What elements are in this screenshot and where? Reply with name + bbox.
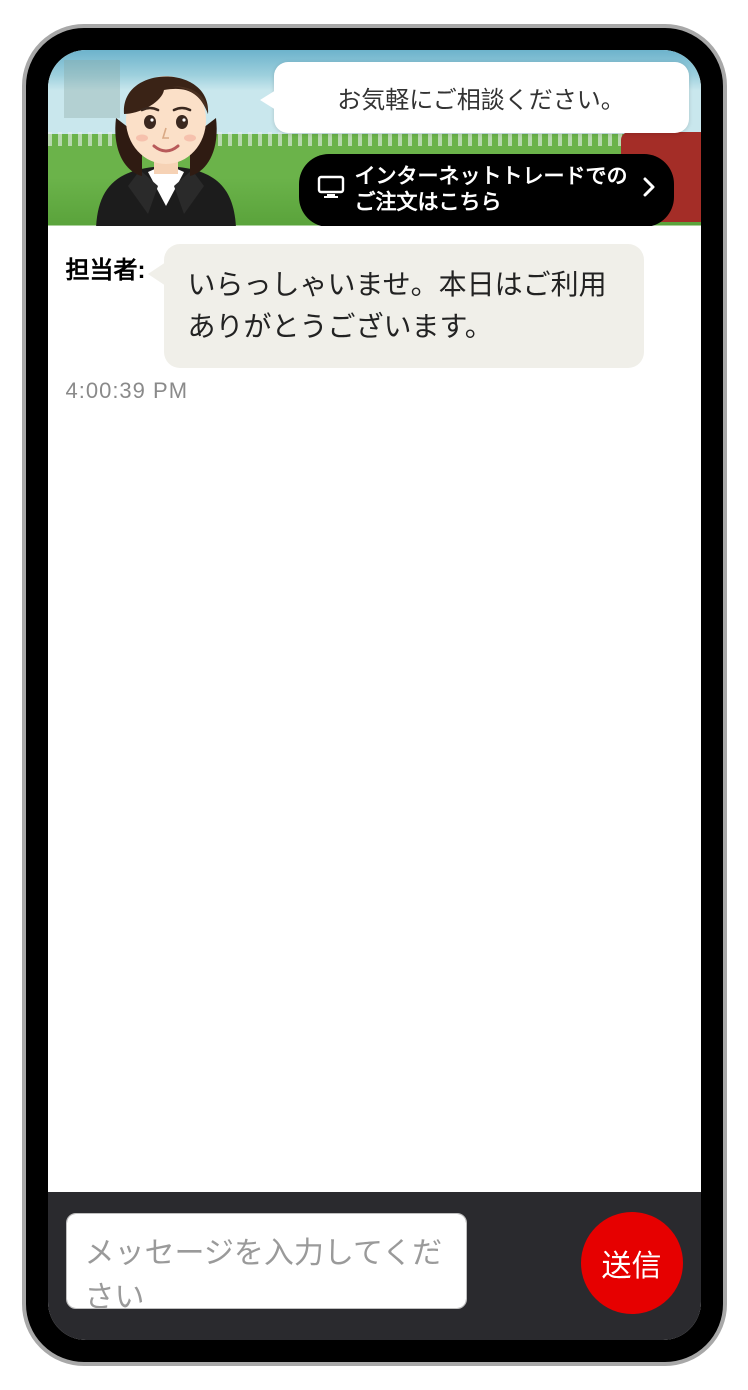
- message-composer: 送信: [48, 1192, 701, 1340]
- chat-header-banner: お気軽にご相談ください。 インターネットトレードでの ご注文はこちら: [48, 50, 701, 226]
- send-button[interactable]: 送信: [581, 1212, 683, 1314]
- message-row: 担当者: いらっしゃいませ。本日はご利用ありがとうございます。: [66, 244, 683, 368]
- agent-greeting-text: お気軽にご相談ください。: [337, 87, 625, 114]
- send-button-label: 送信: [602, 1241, 662, 1285]
- message-input[interactable]: [66, 1213, 467, 1309]
- message-timestamp: 4:00:39 PM: [66, 378, 683, 404]
- sender-label: 担当者:: [66, 244, 146, 285]
- cta-line-2: ご注文はこちら: [355, 191, 502, 214]
- chevron-right-icon: [642, 177, 656, 204]
- internet-trade-cta-button[interactable]: インターネットトレードでの ご注文はこちら: [299, 154, 674, 226]
- agent-avatar: [78, 50, 254, 226]
- agent-avatar-icon: [78, 50, 254, 226]
- agent-message-bubble: いらっしゃいませ。本日はご利用ありがとうございます。: [164, 244, 644, 368]
- phone-frame: お気軽にご相談ください。 インターネットトレードでの ご注文はこちら 担当者: …: [22, 24, 727, 1366]
- agent-greeting-bubble: お気軽にご相談ください。: [274, 62, 689, 133]
- cta-text: インターネットトレードでの ご注文はこちら: [355, 164, 628, 217]
- chat-messages-area[interactable]: 担当者: いらっしゃいませ。本日はご利用ありがとうございます。 4:00:39 …: [48, 226, 701, 1192]
- phone-screen: お気軽にご相談ください。 インターネットトレードでの ご注文はこちら 担当者: …: [48, 50, 701, 1340]
- cta-line-1: インターネットトレードでの: [355, 165, 628, 188]
- agent-message-text: いらっしゃいませ。本日はご利用ありがとうございます。: [188, 269, 607, 342]
- monitor-icon: [317, 175, 345, 206]
